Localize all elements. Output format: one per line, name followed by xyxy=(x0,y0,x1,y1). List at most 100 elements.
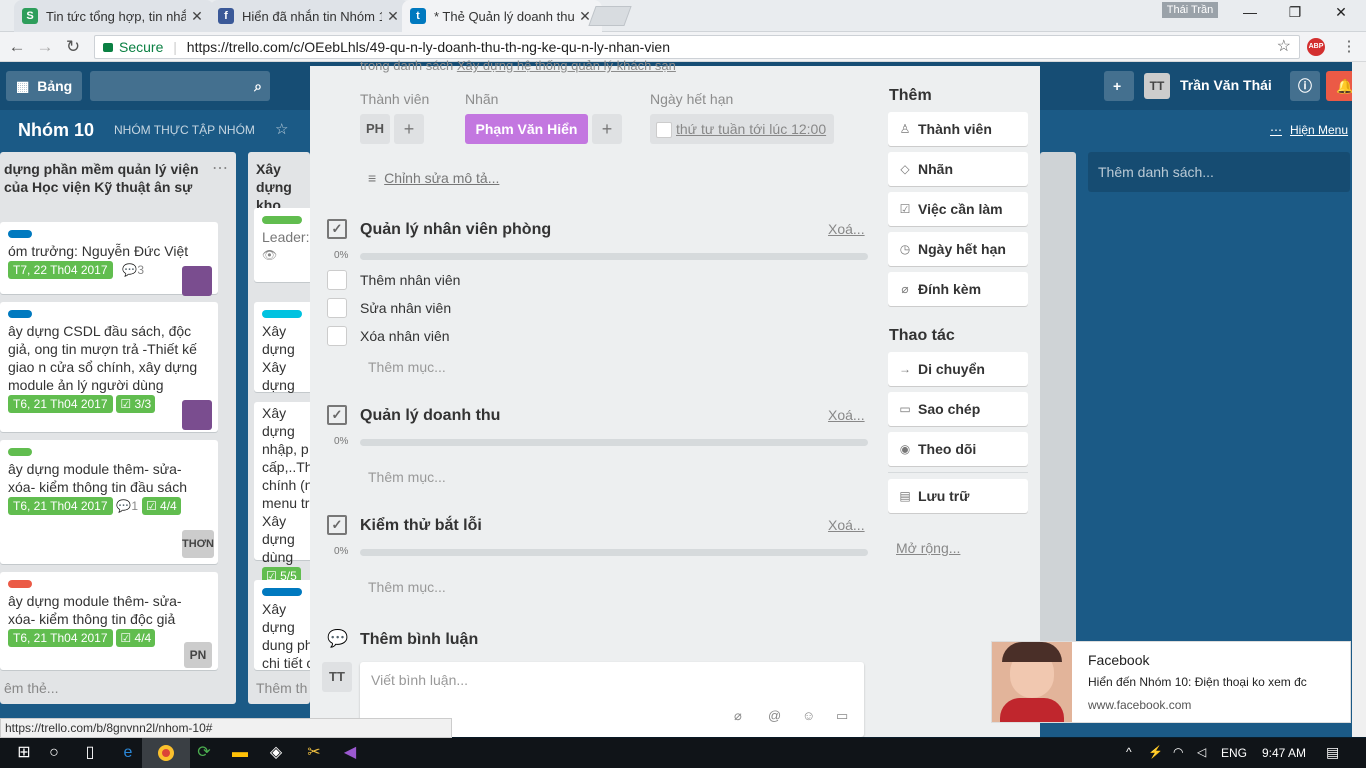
checklist-item[interactable]: Thêm nhân viên xyxy=(360,272,460,288)
network-icon[interactable]: ⚡ xyxy=(1148,745,1163,759)
forward-icon[interactable]: → xyxy=(34,36,56,58)
show-menu-label: Hiện Menu xyxy=(1290,123,1349,137)
card[interactable]: Leader: 👁 xyxy=(254,208,310,282)
checklist-icon: ✓ xyxy=(327,405,347,425)
reload-icon[interactable]: ↻ xyxy=(62,36,84,58)
adblock-icon[interactable]: ABP xyxy=(1307,38,1325,56)
edit-description-link[interactable]: ≡ Chỉnh sửa mô tả... xyxy=(368,170,499,186)
user-name[interactable]: Trần Văn Thái xyxy=(1180,77,1272,93)
menu-icon[interactable]: ⋮ xyxy=(1338,36,1360,58)
board-search[interactable]: ⌕ xyxy=(90,71,270,101)
item-checkbox[interactable] xyxy=(327,270,347,290)
bookmark-star-icon[interactable]: ☆ xyxy=(1277,36,1291,58)
close-icon[interactable]: ✕ xyxy=(190,8,204,25)
volume-icon[interactable]: ◁ xyxy=(1197,745,1206,759)
new-tab-button[interactable] xyxy=(588,6,632,26)
tab-title: Hiển đã nhắn tin Nhóm 1 xyxy=(242,8,382,24)
user-avatar[interactable]: TT xyxy=(1144,73,1170,99)
card[interactable]: óm trưởng: Nguyễn Đức Việt T7, 22 Th04 2… xyxy=(0,222,218,296)
add-label-button[interactable]: + xyxy=(592,114,622,144)
add-item-link[interactable]: Thêm mục... xyxy=(368,579,446,595)
members-button[interactable]: ♙ Thành viên xyxy=(888,112,1028,146)
due-date-value: thứ tư tuần tới lúc 12:00 xyxy=(676,121,827,137)
list-menu-icon[interactable]: ⋯ xyxy=(212,158,228,178)
card-icon[interactable]: ▭ xyxy=(836,708,848,724)
show-menu-link[interactable]: ⋯ Hiện Menu xyxy=(1270,123,1348,137)
add-card-link[interactable]: êm thẻ... xyxy=(4,680,58,696)
delete-checklist-link[interactable]: Xoá... xyxy=(828,407,865,423)
list-title[interactable]: Xây dựng kho xyxy=(256,160,310,214)
copy-button[interactable]: ▭ Sao chép xyxy=(888,392,1028,426)
list-link[interactable]: Xây dựng hệ thống quản lý khách sạn xyxy=(457,58,676,73)
card[interactable]: Xây dựng nhập, p cấp,..Th chính (n menu … xyxy=(254,402,310,585)
watch-button[interactable]: ◉ Theo dõi xyxy=(888,432,1028,466)
due-date-field[interactable]: thứ tư tuần tới lúc 12:00 xyxy=(650,114,834,144)
add-card-link[interactable]: Thêm th xyxy=(256,680,307,696)
tray-chevron-icon[interactable]: ^ xyxy=(1126,745,1132,759)
paperclip-icon: ⌀ xyxy=(901,282,909,296)
checklist-item[interactable]: Xóa nhân viên xyxy=(360,328,450,344)
list-title[interactable]: dựng phần mềm quản lý viện của Học viện … xyxy=(4,160,204,196)
card-title: Xây dựng dung ph chi tiết c xyxy=(262,601,310,671)
due-date-button[interactable]: ◷ Ngày hết hạn xyxy=(888,232,1028,266)
attach-icon[interactable]: ⌀ xyxy=(734,708,742,724)
progress-percent: 0% xyxy=(334,250,349,261)
labels-button[interactable]: ◇ Nhãn xyxy=(888,152,1028,186)
mention-icon[interactable]: @ xyxy=(768,708,781,723)
checklist-button[interactable]: ☑ Việc cần làm xyxy=(888,192,1028,226)
card[interactable]: Xây dựng dung ph chi tiết c xyxy=(254,580,310,671)
emoji-icon[interactable]: ☺ xyxy=(802,708,815,723)
team-name[interactable]: NHÓM THỰC TẬP NHÓM xyxy=(114,123,255,137)
lock-icon xyxy=(103,43,113,52)
wifi-icon[interactable]: ◠ xyxy=(1173,745,1183,759)
card[interactable]: ây dựng module thêm- sửa- xóa- kiểm thôn… xyxy=(0,440,218,564)
tab-facebook[interactable]: f Hiển đã nhắn tin Nhóm 1 ✕ xyxy=(210,0,410,32)
add-list-button[interactable]: Thêm danh sách... xyxy=(1088,152,1350,192)
delete-checklist-link[interactable]: Xoá... xyxy=(828,221,865,237)
more-link[interactable]: Mở rộng... xyxy=(896,540,960,556)
boards-label: Bảng xyxy=(37,78,73,94)
move-button[interactable]: → Di chuyển xyxy=(888,352,1028,386)
close-icon[interactable]: ✕ xyxy=(386,8,400,25)
add-member-button[interactable]: + xyxy=(394,114,424,144)
visual-studio-icon[interactable]: ◀ xyxy=(326,738,374,768)
checklist-item[interactable]: Sửa nhân viên xyxy=(360,300,451,316)
due-complete-checkbox[interactable] xyxy=(656,122,672,139)
button-label: Sao chép xyxy=(918,401,981,417)
url-bar[interactable]: Secure | https://trello.com/c/OEebLhls/4… xyxy=(94,35,1300,59)
card[interactable]: Xây dựng Xây dựng xyxy=(254,302,310,393)
facebook-notification[interactable]: Facebook Hiển đến Nhóm 10: Điện thoại ko… xyxy=(991,641,1351,723)
label-chip[interactable]: Phạm Văn Hiển xyxy=(465,114,588,144)
archive-button[interactable]: ▤ Lưu trữ xyxy=(888,479,1028,513)
member-avatar[interactable]: PH xyxy=(360,114,390,144)
info-icon[interactable]: ⓘ xyxy=(1290,71,1320,101)
attachment-button[interactable]: ⌀ Đính kèm xyxy=(888,272,1028,306)
back-icon[interactable]: ← xyxy=(6,36,28,58)
checklist-title[interactable]: Quản lý nhân viên phòng xyxy=(360,221,551,239)
checklist-title[interactable]: Kiểm thử bắt lỗi xyxy=(360,517,482,535)
tab-trello-active[interactable]: t * Thẻ Quản lý doanh thu ✕ xyxy=(402,0,602,32)
maximize-icon[interactable]: ❐ xyxy=(1283,4,1307,22)
comment-icon: 💬 xyxy=(122,263,138,277)
close-window-icon[interactable]: ✕ xyxy=(1329,4,1353,22)
profile-badge[interactable]: Thái Trần xyxy=(1162,2,1218,18)
card[interactable]: ây dựng module thêm- sửa- xóa- kiểm thôn… xyxy=(0,572,218,670)
action-center-icon[interactable]: ▤ xyxy=(1326,744,1339,761)
language-indicator[interactable]: ENG xyxy=(1221,746,1247,760)
minimize-icon[interactable]: — xyxy=(1238,4,1262,22)
card[interactable]: ây dựng CSDL đầu sách, độc giả, ong tin … xyxy=(0,302,218,432)
boards-button[interactable]: ▦ Bảng xyxy=(6,71,82,101)
tab-tin-tuc[interactable]: S Tin tức tổng hợp, tin nhắ ✕ xyxy=(14,0,214,32)
checklist-title[interactable]: Quản lý doanh thu xyxy=(360,407,500,425)
clock[interactable]: 9:47 AM xyxy=(1262,746,1306,760)
delete-checklist-link[interactable]: Xoá... xyxy=(828,517,865,533)
item-checkbox[interactable] xyxy=(327,298,347,318)
checklist-count: 4/4 xyxy=(160,499,177,513)
board-title[interactable]: Nhóm 10 xyxy=(18,120,94,141)
add-item-link[interactable]: Thêm mục... xyxy=(368,359,446,375)
item-checkbox[interactable] xyxy=(327,326,347,346)
scrollbar[interactable] xyxy=(1352,62,1366,737)
create-button[interactable]: + xyxy=(1104,71,1134,101)
star-icon[interactable]: ☆ xyxy=(275,120,288,138)
add-item-link[interactable]: Thêm mục... xyxy=(368,469,446,485)
